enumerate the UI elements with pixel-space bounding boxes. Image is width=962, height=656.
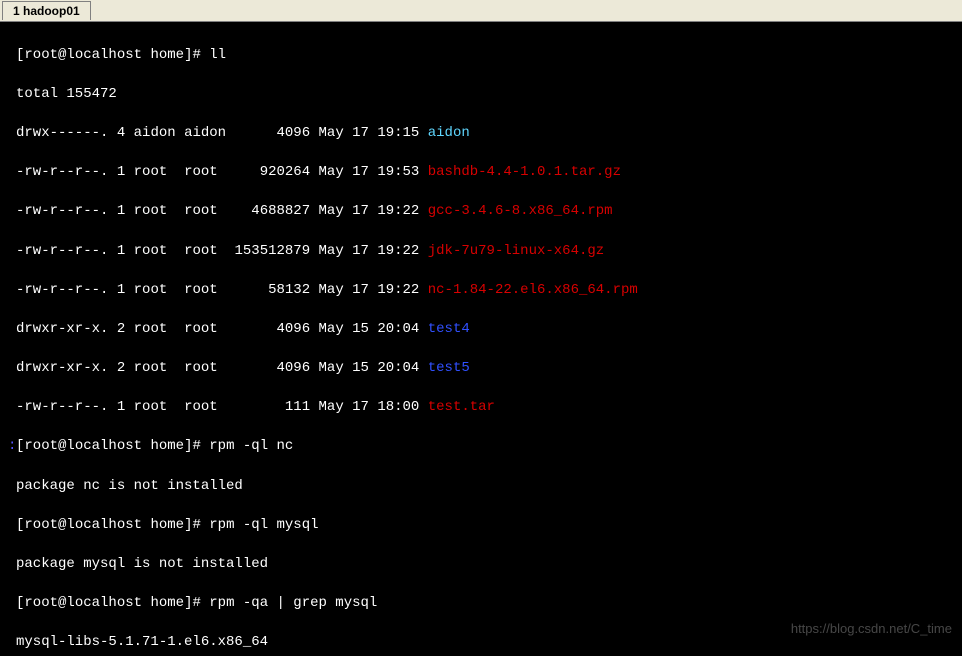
file-name: bashdb-4.4-1.0.1.tar.gz [428, 164, 621, 180]
output-total: total 155472 [8, 85, 954, 105]
file-name: jdk-7u79-linux-x64.gz [428, 243, 604, 259]
file-name: aidon [428, 125, 470, 141]
ls-row: -rw-r--r--. 1 root root 920264 May 17 19… [8, 163, 954, 183]
command: rpm -qa | grep mysql [209, 595, 377, 611]
terminal[interactable]: [root@localhost home]# ll total 155472 d… [0, 22, 962, 656]
output-line: package mysql is not installed [8, 555, 954, 575]
file-name: gcc-3.4.6-8.x86_64.rpm [428, 203, 613, 219]
output-line: package nc is not installed [8, 477, 954, 497]
ls-row: -rw-r--r--. 1 root root 58132 May 17 19:… [8, 281, 954, 301]
output-line: mysql-libs-5.1.71-1.el6.x86_64 [8, 633, 954, 653]
file-name: test4 [428, 321, 470, 337]
command: rpm -ql nc [209, 438, 293, 454]
tab-bar: 1 hadoop01 [0, 0, 962, 22]
file-name: test5 [428, 360, 470, 376]
file-name: nc-1.84-22.el6.x86_64.rpm [428, 282, 638, 298]
file-name: test.tar [428, 399, 495, 415]
prompt-line: [root@localhost home]# rpm -qa | grep my… [8, 594, 954, 614]
command: ll [209, 47, 226, 63]
ls-row: drwx------. 4 aidon aidon 4096 May 17 19… [8, 124, 954, 144]
tab-hadoop01[interactable]: 1 hadoop01 [2, 1, 91, 20]
prompt-line: [root@localhost home]# ll [8, 46, 954, 66]
ls-row: -rw-r--r--. 1 root root 111 May 17 18:00… [8, 398, 954, 418]
ls-row: drwxr-xr-x. 2 root root 4096 May 15 20:0… [8, 320, 954, 340]
ls-row: drwxr-xr-x. 2 root root 4096 May 15 20:0… [8, 359, 954, 379]
ls-row: -rw-r--r--. 1 root root 4688827 May 17 1… [8, 202, 954, 222]
command: rpm -ql mysql [209, 517, 318, 533]
prompt-line: :[root@localhost home]# rpm -ql nc [8, 437, 954, 457]
ls-row: -rw-r--r--. 1 root root 153512879 May 17… [8, 242, 954, 262]
prompt-line: [root@localhost home]# rpm -ql mysql [8, 516, 954, 536]
